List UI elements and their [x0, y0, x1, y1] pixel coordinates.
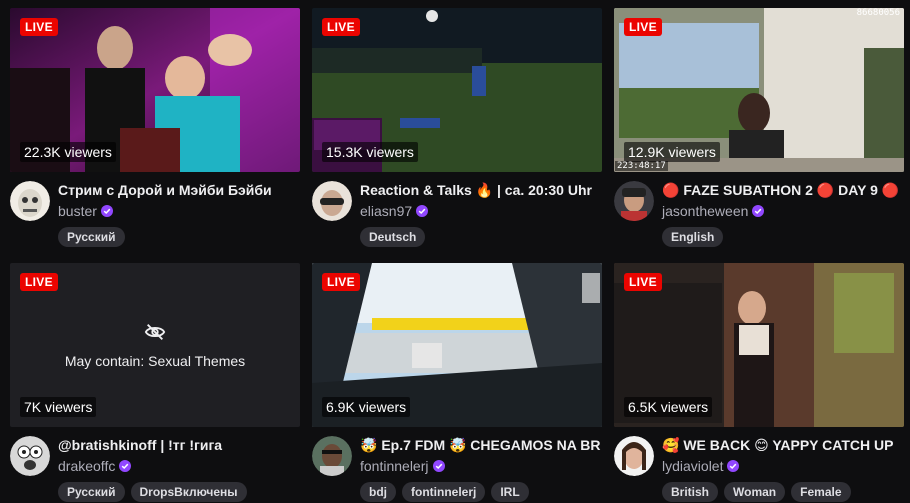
stream-title[interactable]: @bratishkinoff | !тг !гига — [58, 437, 300, 453]
tag-list: bdj fontinnelerj IRL — [360, 482, 529, 502]
viewer-count: 7K viewers — [20, 397, 97, 417]
stream-thumbnail[interactable]: LIVE 15.3K viewers — [312, 8, 602, 172]
verified-icon — [119, 460, 132, 472]
channel-name: eliasn97 — [360, 203, 413, 219]
live-badge: LIVE — [624, 18, 662, 36]
channel-avatar[interactable] — [614, 436, 654, 476]
stream-card-5[interactable]: LIVE 6.9K viewers 🤯 Ep.7 FDM 🤯 CHEGAMOS … — [312, 263, 602, 503]
tag-list: Русский DropsВключены — [58, 482, 247, 502]
stream-title[interactable]: Reaction & Talks 🔥 | ca. 20:30 Uhr — [360, 182, 602, 199]
tag[interactable]: IRL — [491, 482, 529, 502]
channel-avatar[interactable] — [312, 181, 352, 221]
stream-title[interactable]: Стрим с Дорой и Мэйби Бэйби — [58, 182, 300, 198]
corner-readout: 86680056 — [856, 8, 900, 18]
verified-icon — [752, 205, 765, 217]
stream-title[interactable]: 🔴 FAZE SUBATHON 2 🔴 DAY 9 🔴 — [662, 182, 904, 199]
viewer-count: 12.9K viewers — [624, 142, 720, 162]
verified-icon — [432, 460, 445, 472]
stream-card-4[interactable]: May contain: Sexual Themes LIVE 7K viewe… — [10, 263, 300, 503]
tag[interactable]: DropsВключены — [130, 482, 247, 502]
tag[interactable]: bdj — [360, 482, 396, 502]
verified-icon — [727, 460, 740, 472]
channel-name-link[interactable]: jasontheween — [662, 203, 765, 219]
tag[interactable]: Русский — [58, 482, 125, 502]
stream-thumbnail[interactable]: May contain: Sexual Themes LIVE 7K viewe… — [10, 263, 300, 427]
tag-list: Русский — [58, 227, 125, 247]
tag-list: British Woman Female — [662, 482, 851, 502]
stream-title[interactable]: 🥰 WE BACK 😊 YAPPY CATCH UP — [662, 437, 904, 454]
live-badge: LIVE — [322, 273, 360, 291]
live-badge: LIVE — [624, 273, 662, 291]
tag-list: English — [662, 227, 724, 247]
tag-list: Deutsch — [360, 227, 426, 247]
viewer-count: 6.9K viewers — [322, 397, 411, 417]
stream-thumbnail[interactable]: LIVE 6.9K viewers — [312, 263, 602, 427]
channel-name-link[interactable]: eliasn97 — [360, 203, 429, 219]
tag[interactable]: fontinnelerj — [402, 482, 486, 502]
content-warning: May contain: Sexual Themes — [64, 353, 246, 369]
tag[interactable]: English — [662, 227, 724, 247]
stream-card-1[interactable]: LIVE 22.3K viewers Стрим с Дорой и Мэйби… — [10, 8, 300, 259]
channel-name-link[interactable]: buster — [58, 203, 113, 219]
stream-uptime: 223:48:17 — [615, 161, 668, 171]
channel-name: drakeoffc — [58, 458, 116, 474]
channel-avatar[interactable] — [614, 181, 654, 221]
channel-avatar[interactable] — [312, 436, 352, 476]
stream-thumbnail[interactable]: LIVE 22.3K viewers — [10, 8, 300, 172]
channel-name: lydiaviolet — [662, 458, 724, 474]
channel-name-link[interactable]: drakeoffc — [58, 458, 132, 474]
verified-icon — [416, 205, 429, 217]
tag[interactable]: Русский — [58, 227, 125, 247]
stream-thumbnail[interactable]: LIVE 6.5K viewers — [614, 263, 904, 427]
viewer-count: 6.5K viewers — [624, 397, 713, 417]
stream-title[interactable]: 🤯 Ep.7 FDM 🤯 CHEGAMOS NA BR — [360, 437, 602, 454]
channel-name-link[interactable]: lydiaviolet — [662, 458, 740, 474]
tag[interactable]: Woman — [724, 482, 786, 502]
stream-card-2[interactable]: LIVE 15.3K viewers Reaction & Talks 🔥 | … — [312, 8, 602, 259]
channel-name-link[interactable]: fontinnelerj — [360, 458, 445, 474]
stream-card-6[interactable]: LIVE 6.5K viewers 🥰 WE BACK 😊 YAPPY CATC… — [614, 263, 904, 503]
stream-thumbnail[interactable]: LIVE 86680056 12.9K viewers 223:48:17 — [614, 8, 904, 172]
eye-off-icon — [144, 324, 166, 340]
live-badge: LIVE — [20, 18, 58, 36]
live-badge: LIVE — [20, 273, 58, 291]
viewer-count: 15.3K viewers — [322, 142, 418, 162]
viewer-count: 22.3K viewers — [20, 142, 116, 162]
tag[interactable]: Deutsch — [360, 227, 426, 247]
verified-icon — [100, 205, 113, 217]
channel-avatar[interactable] — [10, 436, 50, 476]
channel-name: buster — [58, 203, 97, 219]
tag[interactable]: British — [662, 482, 719, 502]
channel-avatar[interactable] — [10, 181, 50, 221]
stream-card-3[interactable]: LIVE 86680056 12.9K viewers 223:48:17 🔴 … — [614, 8, 904, 259]
live-badge: LIVE — [322, 18, 360, 36]
channel-name: fontinnelerj — [360, 458, 429, 474]
tag[interactable]: Female — [791, 482, 851, 502]
channel-name: jasontheween — [662, 203, 749, 219]
